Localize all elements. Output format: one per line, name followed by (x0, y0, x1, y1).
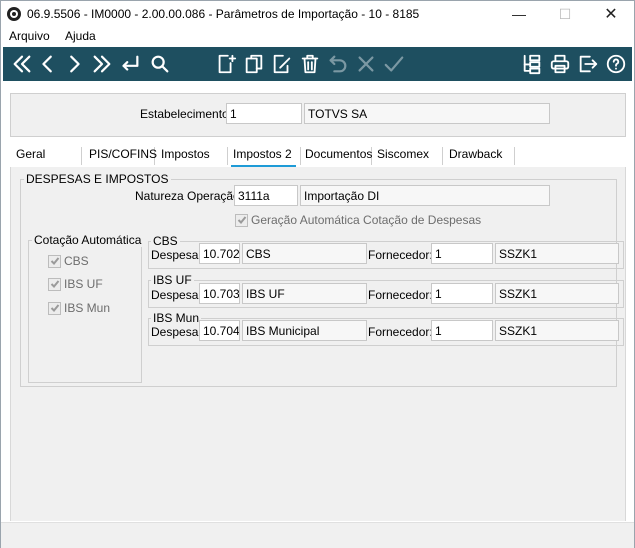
toolbar (3, 47, 632, 81)
ibs-uf-despesa-label: Despesa: (151, 288, 202, 302)
copy-icon (245, 54, 263, 74)
ibs-mun-fornecedor-label: Fornecedor: (368, 325, 433, 339)
cotacao-cbs-label: CBS (64, 254, 89, 268)
app-logo-icon (7, 7, 21, 21)
tab-content-impostos-2: DESPESAS E IMPOSTOS Natureza Operação: 3… (10, 167, 626, 521)
ibs-uf-fornecedor-code-field[interactable]: 1 (431, 283, 493, 304)
tab-geral[interactable]: Geral (16, 147, 82, 165)
application-window: 06.9.5506 - IM0000 - 2.00.00.086 - Parâm… (0, 0, 635, 548)
previous-record-button[interactable] (35, 50, 61, 78)
tab-impostos[interactable]: Impostos (161, 147, 228, 165)
tab-documentos[interactable]: Documentos (305, 147, 372, 165)
last-record-icon (93, 55, 111, 73)
exit-icon (579, 55, 598, 73)
menu-ajuda[interactable]: Ajuda (65, 29, 96, 43)
undo-button[interactable] (325, 50, 351, 78)
help-icon (606, 54, 626, 74)
cbs-despesa-code-field[interactable]: 10.702 (199, 243, 240, 264)
enter-icon (122, 55, 139, 71)
checkbox-check-icon (235, 213, 248, 227)
ibs-uf-despesa-desc-field: IBS UF (242, 283, 367, 304)
first-record-icon (13, 55, 31, 73)
natureza-operacao-label: Natureza Operação: (135, 189, 244, 203)
cotacao-ibs-uf-label: IBS UF (64, 277, 103, 291)
status-strip (1, 522, 634, 548)
new-document-button[interactable] (213, 50, 239, 78)
ibs-uf-despesa-code-field[interactable]: 10.703 (199, 283, 240, 304)
ibs-mun-despesa-desc-field: IBS Municipal (242, 320, 367, 341)
checkbox-check-icon (48, 301, 61, 315)
ibs-uf-fornecedor-name-field: SSZK1 (495, 283, 619, 304)
tab-impostos-2[interactable]: Impostos 2 (231, 147, 301, 168)
undo-icon (329, 55, 347, 73)
first-record-button[interactable] (9, 50, 35, 78)
natureza-operacao-code-field[interactable]: 3111a (234, 185, 298, 206)
estabelecimento-name-field: TOTVS SA (304, 103, 550, 124)
natureza-operacao-desc-field: Importação DI (300, 185, 550, 206)
cotacao-ibs-uf-checkbox[interactable]: IBS UF (48, 277, 103, 291)
ibs-uf-group-title: IBS UF (151, 273, 194, 287)
menu-bar: Arquivo Ajuda (1, 27, 634, 47)
geracao-automatica-checkbox[interactable]: Geração Automática Cotação de Despesas (235, 213, 481, 227)
new-document-icon (218, 54, 237, 74)
ibs-mun-fornecedor-code-field[interactable]: 1 (431, 320, 493, 341)
confirm-button[interactable] (381, 50, 407, 78)
ibs-mun-despesa-code-field[interactable]: 10.704 (199, 320, 240, 341)
cbs-despesa-desc-field: CBS (242, 243, 367, 264)
geracao-automatica-label: Geração Automática Cotação de Despesas (251, 213, 482, 227)
ibs-mun-group-title: IBS Mun (151, 311, 202, 325)
cotacao-ibs-mun-checkbox[interactable]: IBS Mun (48, 301, 110, 315)
ibs-mun-despesa-label: Despesa: (151, 325, 202, 339)
cancel-icon (358, 56, 374, 72)
cancel-button[interactable] (353, 50, 379, 78)
estabelecimento-label: Estabelecimento: (140, 107, 233, 121)
last-record-button[interactable] (89, 50, 115, 78)
tree-icon (523, 54, 541, 75)
tree-button[interactable] (519, 50, 545, 78)
previous-record-icon (42, 55, 52, 73)
close-button[interactable]: ✕ (588, 1, 634, 27)
cbs-fornecedor-name-field: SSZK1 (495, 243, 619, 264)
checkbox-check-icon (48, 277, 61, 291)
tab-bar: Geral PIS/COFINS Impostos Impostos 2 Doc… (10, 143, 626, 168)
edit-icon (273, 54, 291, 74)
cotacao-cbs-checkbox[interactable]: CBS (48, 254, 89, 268)
cbs-fornecedor-code-field[interactable]: 1 (431, 243, 493, 264)
estabelecimento-code-field[interactable]: 1 (226, 103, 302, 124)
minimize-button[interactable]: — (496, 1, 542, 27)
cbs-fornecedor-label: Fornecedor: (368, 248, 433, 262)
print-icon (550, 54, 570, 74)
exit-button[interactable] (575, 50, 601, 78)
print-button[interactable] (547, 50, 573, 78)
window-title: 06.9.5506 - IM0000 - 2.00.00.086 - Parâm… (27, 7, 420, 21)
title-bar[interactable]: 06.9.5506 - IM0000 - 2.00.00.086 - Parâm… (1, 1, 634, 27)
tab-pis-cofins[interactable]: PIS/COFINS (89, 147, 157, 165)
confirm-icon (384, 56, 404, 72)
cotacao-ibs-mun-label: IBS Mun (64, 301, 111, 315)
tab-drawback[interactable]: Drawback (449, 147, 515, 165)
next-record-button[interactable] (61, 50, 87, 78)
copy-button[interactable] (241, 50, 267, 78)
delete-icon (301, 54, 319, 74)
header-panel: Estabelecimento: 1 TOTVS SA (10, 93, 626, 137)
help-button[interactable] (603, 50, 629, 78)
cbs-group-title: CBS (151, 234, 180, 248)
next-record-icon (70, 55, 80, 73)
ibs-mun-fornecedor-name-field: SSZK1 (495, 320, 619, 341)
ibs-uf-fornecedor-label: Fornecedor: (368, 288, 433, 302)
menu-arquivo[interactable]: Arquivo (9, 29, 50, 43)
search-icon (151, 55, 169, 73)
edit-button[interactable] (269, 50, 295, 78)
enter-button[interactable] (117, 50, 143, 78)
despesas-impostos-title: DESPESAS E IMPOSTOS (24, 172, 171, 186)
maximize-button[interactable]: ☐ (542, 1, 588, 27)
checkbox-check-icon (48, 254, 61, 268)
cotacao-automatica-title: Cotação Automática (32, 233, 144, 247)
cbs-despesa-label: Despesa: (151, 248, 202, 262)
tab-siscomex[interactable]: Siscomex (377, 147, 443, 165)
delete-button[interactable] (297, 50, 323, 78)
search-button[interactable] (147, 50, 173, 78)
